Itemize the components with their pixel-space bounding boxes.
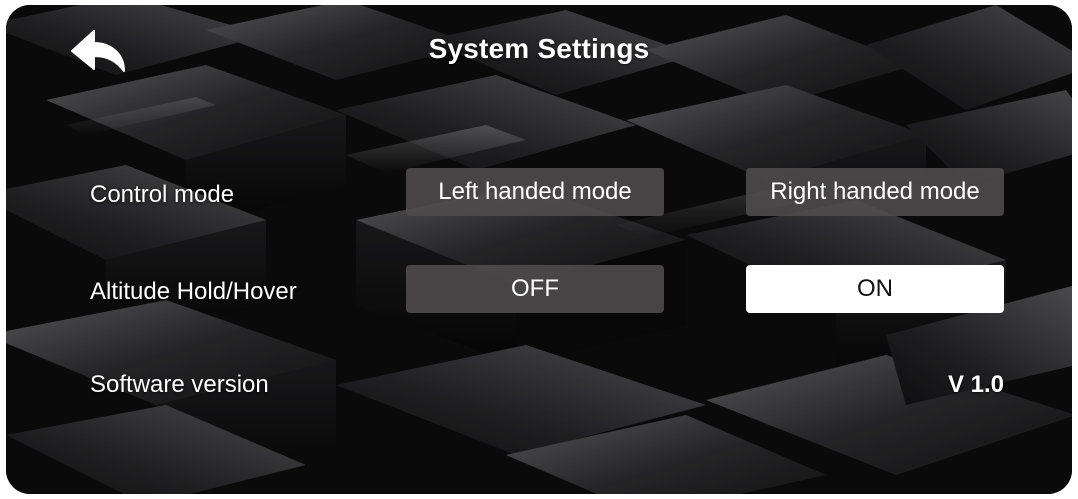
header-bar: System Settings	[6, 5, 1072, 95]
software-version-value: V 1.0	[947, 371, 1004, 398]
page-title: System Settings	[428, 33, 650, 64]
altitude-hold-label: Altitude Hold/Hover	[90, 278, 297, 305]
left-handed-mode-button[interactable]: Left handed mode	[406, 168, 664, 216]
altitude-hold-off-button[interactable]: OFF	[406, 265, 664, 313]
control-mode-label: Control mode	[90, 181, 235, 208]
settings-screen: System Settings Control mode Left handed…	[6, 5, 1072, 494]
right-handed-mode-button[interactable]: Right handed mode	[746, 168, 1004, 216]
altitude-hold-on-button[interactable]: ON	[746, 265, 1004, 313]
software-version-label: Software version	[90, 371, 269, 398]
